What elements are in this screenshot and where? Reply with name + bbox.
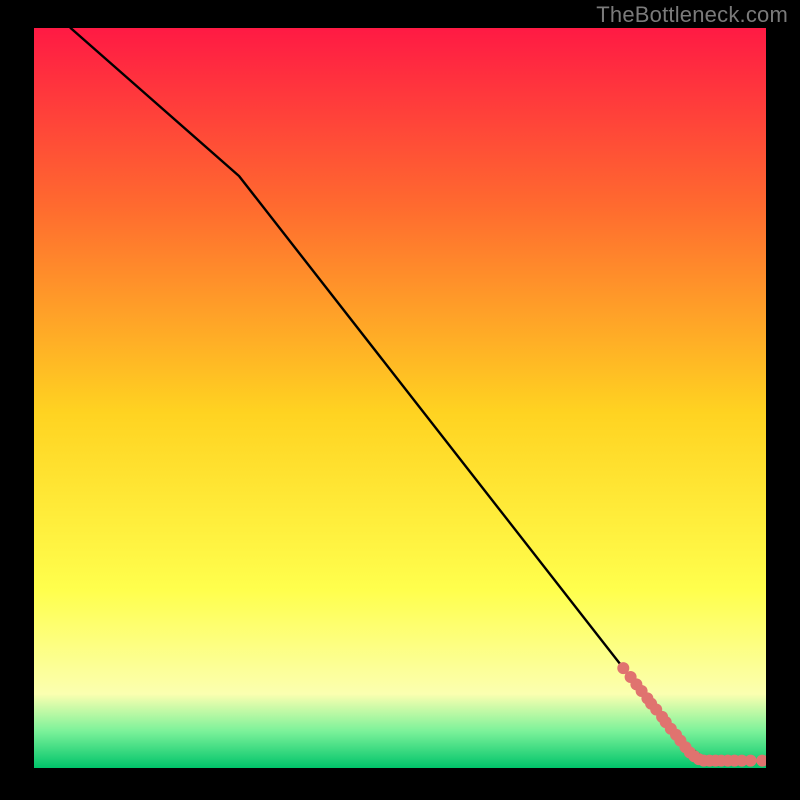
watermark-text: TheBottleneck.com bbox=[596, 2, 788, 28]
plot-area bbox=[34, 28, 766, 768]
chart-svg bbox=[34, 28, 766, 768]
chart-stage: TheBottleneck.com bbox=[0, 0, 800, 800]
gradient-background bbox=[34, 28, 766, 768]
data-marker bbox=[745, 755, 757, 767]
